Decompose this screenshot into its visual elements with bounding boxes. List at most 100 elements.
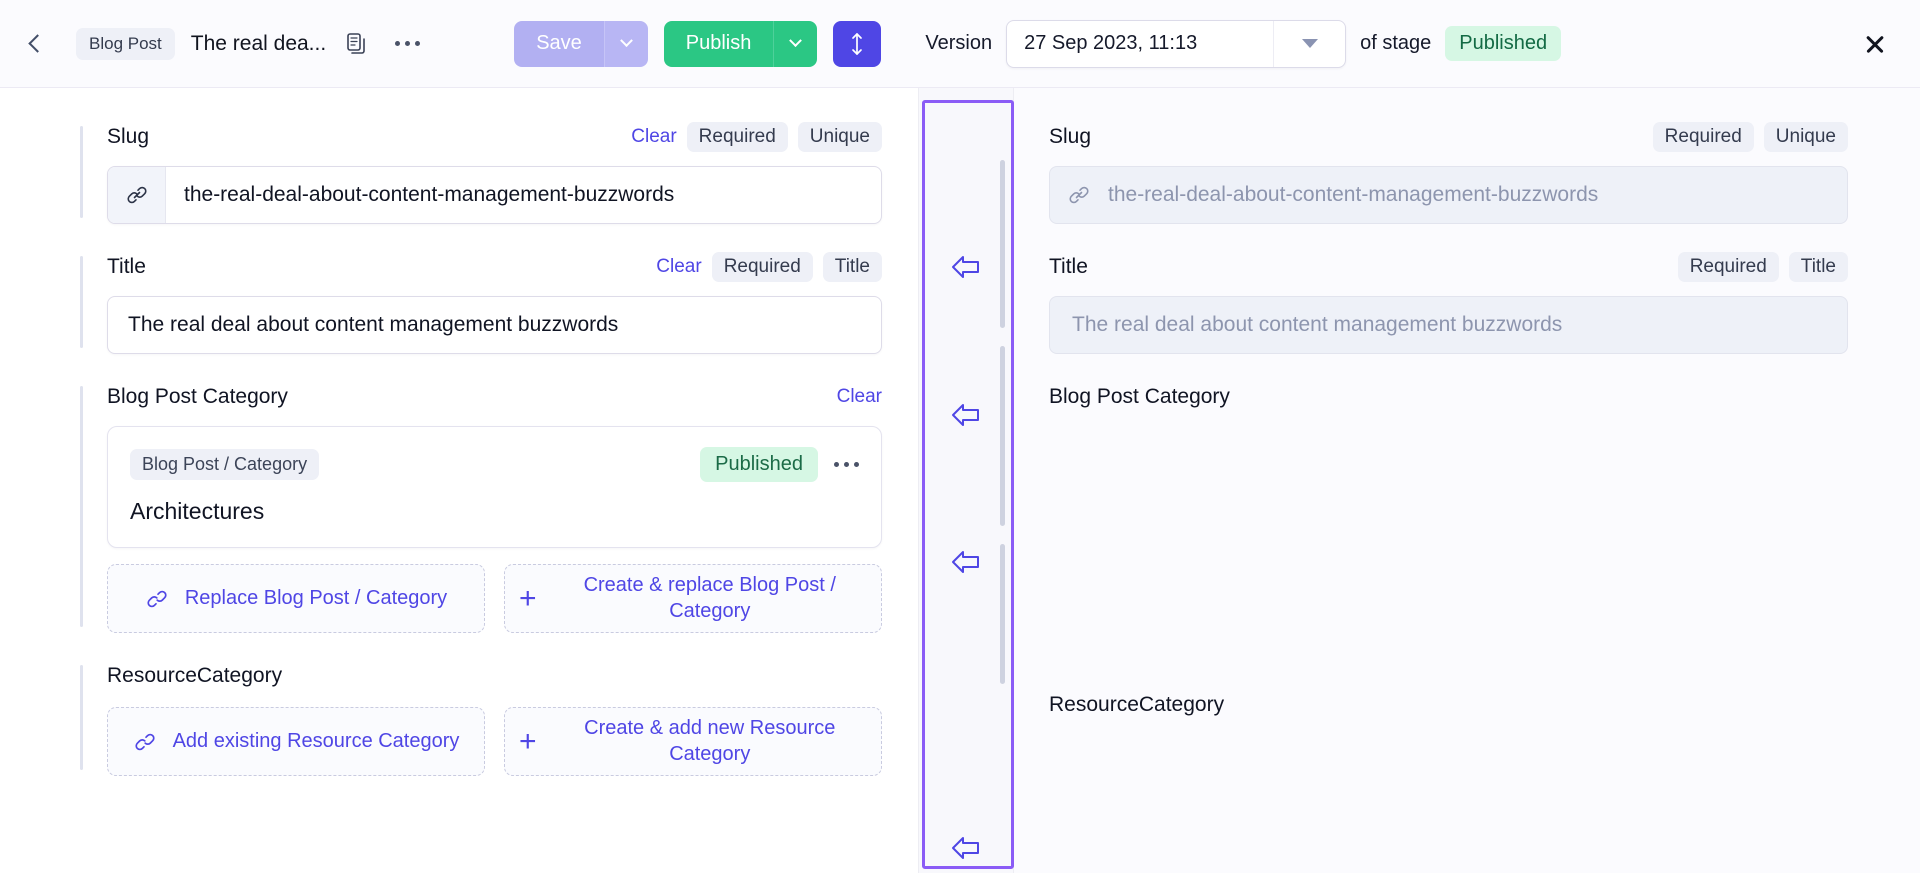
- copy-title-arrow[interactable]: [949, 400, 983, 430]
- right-title-tag-title: Title: [1789, 252, 1848, 282]
- version-dropdown[interactable]: 27 Sep 2023, 11:13: [1006, 20, 1346, 68]
- arrow-left-copy-icon: [949, 833, 983, 863]
- slug-input-value[interactable]: the-real-deal-about-content-management-b…: [166, 167, 881, 223]
- copy-column: [918, 88, 1014, 873]
- right-title-label: Title: [1049, 255, 1088, 279]
- create-replace-blog-post-category-label: Create & replace Blog Post / Category: [553, 573, 867, 624]
- related-entry-more-button[interactable]: [834, 462, 859, 467]
- back-button[interactable]: [14, 23, 56, 65]
- slug-tag-unique: Unique: [798, 122, 882, 152]
- stage-badge: Published: [1445, 26, 1561, 61]
- slug-tag-required: Required: [687, 122, 788, 152]
- link-icon: [1050, 167, 1108, 223]
- arrow-left-copy-icon: [949, 400, 983, 430]
- replace-blog-post-category-label: Replace Blog Post / Category: [185, 586, 447, 612]
- right-resource-category-label: ResourceCategory: [1049, 693, 1224, 717]
- chevron-left-icon: [28, 34, 46, 52]
- chevron-down-icon: [790, 34, 803, 47]
- link-icon: [145, 587, 169, 611]
- plus-icon: +: [519, 584, 537, 614]
- slug-clear-link[interactable]: Clear: [631, 126, 676, 148]
- title-tag-title: Title: [823, 252, 882, 282]
- version-dropdown-value: 27 Sep 2023, 11:13: [1007, 32, 1273, 55]
- version-compare-screen: Blog Post The real dea... Save Publish: [0, 0, 1920, 873]
- save-split-button[interactable]: Save: [514, 21, 648, 67]
- right-blog-post-category-label: Blog Post Category: [1049, 385, 1230, 409]
- right-slug-tag-required: Required: [1653, 122, 1754, 152]
- close-icon: [1864, 33, 1886, 55]
- title-input[interactable]: The real deal about content management b…: [107, 296, 882, 354]
- duplicate-button[interactable]: [338, 25, 376, 63]
- compare-versions-button[interactable]: [833, 21, 881, 67]
- title-clear-link[interactable]: Clear: [656, 256, 701, 278]
- replace-blog-post-category-button[interactable]: Replace Blog Post / Category: [107, 564, 485, 633]
- compare-body: Slug Clear Required Unique: [0, 88, 1920, 873]
- publish-button[interactable]: Publish: [664, 21, 774, 67]
- duplicate-icon: [347, 33, 367, 55]
- right-version-pane: Slug Required Unique: [1014, 88, 1920, 873]
- link-icon: [133, 730, 157, 754]
- save-dropdown-button[interactable]: [604, 21, 648, 67]
- version-selector-zone: Version 27 Sep 2023, 11:13 of stage Publ…: [925, 20, 1561, 68]
- plus-icon: +: [519, 727, 537, 757]
- right-field-resource-category: ResourceCategory: [1049, 690, 1848, 720]
- field-rail: [80, 256, 83, 348]
- right-blog-post-category-empty: [1049, 426, 1848, 662]
- copy-resource-category-arrow[interactable]: [949, 833, 983, 863]
- blog-post-category-clear-link[interactable]: Clear: [837, 386, 882, 408]
- create-add-resource-category-button[interactable]: + Create & add new Resource Category: [504, 707, 882, 776]
- publish-dropdown-button[interactable]: [773, 21, 817, 67]
- version-dropdown-caret[interactable]: [1273, 21, 1345, 67]
- triangle-down-icon: [1302, 39, 1318, 48]
- related-entry-type-chip: Blog Post / Category: [130, 449, 319, 480]
- right-slug-label: Slug: [1049, 125, 1091, 149]
- copy-column-scroll-indicator-2[interactable]: [1000, 346, 1005, 526]
- field-rail: [80, 126, 83, 218]
- blog-post-category-label: Blog Post Category: [107, 385, 288, 409]
- field-slug: Slug Clear Required Unique: [80, 122, 882, 224]
- link-icon: [108, 167, 166, 223]
- right-slug-value: the-real-deal-about-content-management-b…: [1108, 167, 1847, 223]
- copy-blog-post-category-arrow[interactable]: [949, 547, 983, 577]
- resource-category-label: ResourceCategory: [107, 664, 282, 688]
- right-title-input: The real deal about content management b…: [1049, 296, 1848, 354]
- chevron-down-icon: [620, 34, 633, 47]
- top-toolbar: Blog Post The real dea... Save Publish: [0, 0, 1920, 88]
- field-blog-post-category: Blog Post Category Clear Blog Post / Cat…: [80, 382, 882, 633]
- resource-category-actions: Add existing Resource Category + Create …: [107, 707, 882, 776]
- related-entry-status-badge: Published: [700, 447, 818, 482]
- right-title-tag-required: Required: [1678, 252, 1779, 282]
- slug-input[interactable]: the-real-deal-about-content-management-b…: [107, 166, 882, 224]
- breadcrumb-chip[interactable]: Blog Post: [76, 28, 175, 60]
- related-entry-card[interactable]: Blog Post / Category Published Architect…: [107, 426, 882, 548]
- field-resource-category: ResourceCategory Add existing Resource C…: [80, 661, 882, 776]
- copy-slug-arrow[interactable]: [949, 252, 983, 282]
- of-stage-label: of stage: [1360, 32, 1431, 55]
- close-button[interactable]: [1852, 21, 1898, 67]
- field-rail: [80, 386, 83, 627]
- more-options-button[interactable]: [388, 25, 426, 63]
- right-field-title: Title Required Title The real deal about…: [1049, 252, 1848, 354]
- arrow-left-copy-icon: [949, 547, 983, 577]
- right-title-value: The real deal about content management b…: [1050, 297, 1847, 353]
- copy-column-scroll-indicator-3[interactable]: [1000, 544, 1005, 684]
- related-entry-name: Architectures: [130, 498, 859, 525]
- blog-post-category-actions: Replace Blog Post / Category + Create & …: [107, 564, 882, 633]
- right-slug-input: the-real-deal-about-content-management-b…: [1049, 166, 1848, 224]
- title-tag-required: Required: [712, 252, 813, 282]
- version-label: Version: [925, 32, 992, 55]
- left-version-pane: Slug Clear Required Unique: [0, 88, 918, 873]
- copy-column-scroll-indicator-1[interactable]: [1000, 160, 1005, 328]
- publish-split-button[interactable]: Publish: [664, 21, 818, 67]
- save-button[interactable]: Save: [514, 21, 604, 67]
- compare-vertical-arrows-icon: [848, 31, 866, 57]
- add-existing-resource-category-label: Add existing Resource Category: [173, 729, 460, 755]
- create-replace-blog-post-category-button[interactable]: + Create & replace Blog Post / Category: [504, 564, 882, 633]
- right-slug-tag-unique: Unique: [1764, 122, 1848, 152]
- more-horizontal-icon: [395, 41, 420, 46]
- right-field-blog-post-category: Blog Post Category: [1049, 382, 1848, 662]
- field-rail: [80, 665, 83, 770]
- right-field-slug: Slug Required Unique: [1049, 122, 1848, 224]
- add-existing-resource-category-button[interactable]: Add existing Resource Category: [107, 707, 485, 776]
- title-input-value[interactable]: The real deal about content management b…: [108, 297, 881, 353]
